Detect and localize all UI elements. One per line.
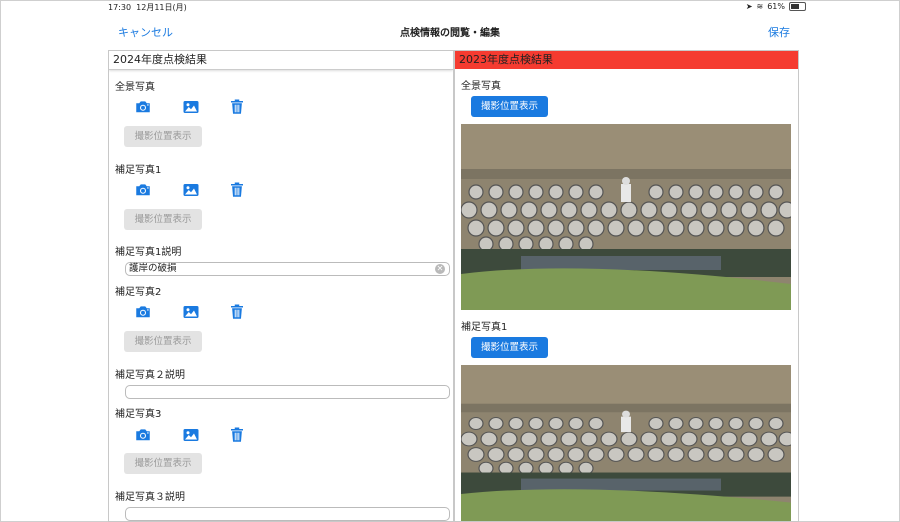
panel-2024-header: 2024年度点検結果 xyxy=(109,51,453,70)
page-title: 点検情報の閲覧・編集 xyxy=(400,28,500,39)
location-icon: ➤ xyxy=(745,2,753,11)
panel-2023: 2023年度点検結果 全景写真 撮影位置表示 補足写真1 撮影位置表示 xyxy=(454,50,799,522)
wifi-icon: ≋ xyxy=(756,2,764,11)
show-location-button[interactable]: 撮影位置表示 xyxy=(124,126,202,147)
battery-percent: 61% xyxy=(767,2,785,11)
section-label-supplement-3: 補足写真3 xyxy=(115,409,162,420)
status-bar: 17:30 12月11日(月) ➤ ≋ 61% xyxy=(0,0,900,14)
supplement-1-photo[interactable] xyxy=(461,365,791,522)
clear-icon[interactable]: ✕ xyxy=(435,264,445,274)
nav-bar: キャンセル 点検情報の閲覧・編集 保存 xyxy=(0,18,900,44)
show-location-button[interactable]: 撮影位置表示 xyxy=(124,331,202,352)
photo-library-icon[interactable] xyxy=(182,98,200,116)
trash-icon[interactable] xyxy=(228,303,246,321)
save-button[interactable]: 保存 xyxy=(768,24,790,40)
photo-library-icon[interactable] xyxy=(182,181,200,199)
section-label-overview: 全景写真 xyxy=(461,81,501,92)
panel-2024: 2024年度点検結果 全景写真 撮影位置表示 補足写真1 撮影位置表示 補足写真… xyxy=(108,50,454,522)
photo-library-icon[interactable] xyxy=(182,303,200,321)
supplement-1-desc-field[interactable]: 護岸の破損 ✕ xyxy=(125,262,450,276)
camera-icon[interactable] xyxy=(134,303,152,321)
section-label-supplement-1: 補足写真1 xyxy=(115,165,162,176)
show-location-button[interactable]: 撮影位置表示 xyxy=(471,337,548,358)
supplement-3-desc-label: 補足写真３説明 xyxy=(115,492,185,503)
status-time: 17:30 12月11日(月) xyxy=(108,3,187,12)
trash-icon[interactable] xyxy=(228,181,246,199)
section-label-supplement-1: 補足写真1 xyxy=(461,322,508,333)
show-location-button[interactable]: 撮影位置表示 xyxy=(124,209,202,230)
photo-library-icon[interactable] xyxy=(182,426,200,444)
section-label-overview: 全景写真 xyxy=(115,82,155,93)
trash-icon[interactable] xyxy=(228,98,246,116)
supplement-3-desc-field[interactable] xyxy=(125,507,450,521)
section-label-supplement-2: 補足写真2 xyxy=(115,287,162,298)
trash-icon[interactable] xyxy=(228,426,246,444)
supplement-1-desc-value: 護岸の破損 xyxy=(129,263,177,274)
camera-icon[interactable] xyxy=(134,426,152,444)
camera-icon[interactable] xyxy=(134,98,152,116)
panel-2023-header: 2023年度点検結果 xyxy=(455,51,798,69)
supplement-2-desc-label: 補足写真２説明 xyxy=(115,370,185,381)
status-right: ➤ ≋ 61% xyxy=(746,2,806,11)
overview-photo[interactable] xyxy=(461,124,791,310)
camera-icon[interactable] xyxy=(134,181,152,199)
supplement-1-desc-label: 補足写真1説明 xyxy=(115,247,182,258)
supplement-2-desc-field[interactable] xyxy=(125,385,450,399)
battery-icon xyxy=(789,2,806,11)
show-location-button[interactable]: 撮影位置表示 xyxy=(471,96,548,117)
show-location-button[interactable]: 撮影位置表示 xyxy=(124,453,202,474)
